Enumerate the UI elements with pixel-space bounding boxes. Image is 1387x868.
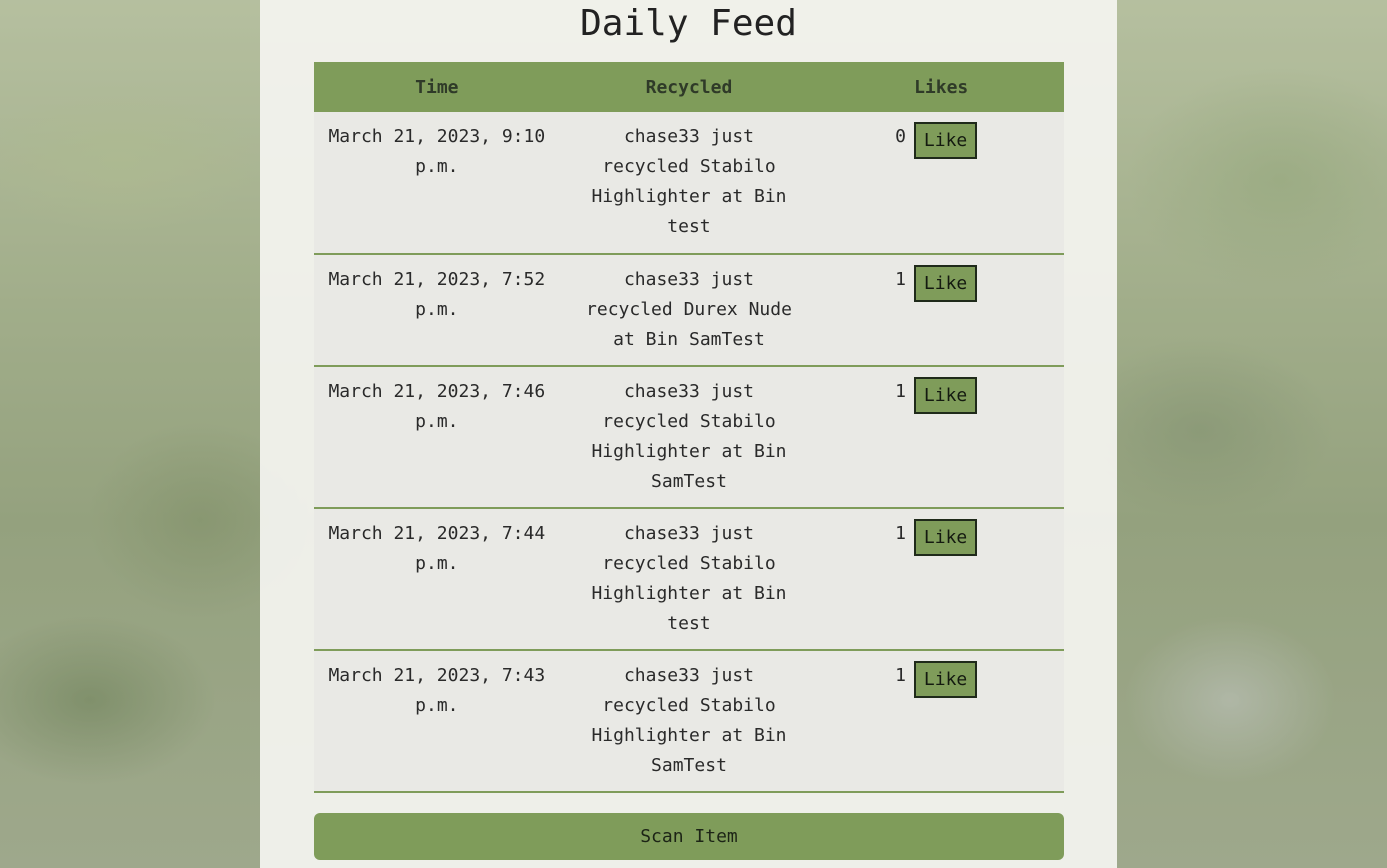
likes-cell: 1 Like	[818, 254, 1064, 366]
recycled-text: chase33 just recycled Durex Nude at Bin …	[586, 269, 792, 350]
time-cell: March 21, 2023, 7:43 p.m.	[328, 665, 546, 716]
table-row: March 21, 2023, 7:43 p.m. chase33 just r…	[314, 650, 1064, 792]
like-button[interactable]: Like	[913, 661, 978, 698]
recycled-text: chase33 just recycled Stabilo Highlighte…	[591, 665, 787, 776]
recycled-text: chase33 just recycled Stabilo Highlighte…	[591, 126, 787, 237]
like-button[interactable]: Like	[913, 265, 978, 302]
recycled-text: chase33 just recycled Stabilo Highlighte…	[591, 381, 787, 492]
recycled-cell: chase33 just recycled Stabilo Highlighte…	[560, 508, 819, 650]
time-cell: March 21, 2023, 7:44 p.m.	[328, 523, 546, 574]
recycled-cell: chase33 just recycled Stabilo Highlighte…	[560, 650, 819, 792]
time-cell: March 21, 2023, 7:46 p.m.	[328, 381, 546, 432]
like-button[interactable]: Like	[913, 122, 978, 159]
recycled-cell: chase33 just recycled Stabilo Highlighte…	[560, 112, 819, 254]
like-button[interactable]: Like	[913, 519, 978, 556]
like-count: 1	[895, 269, 906, 290]
header-likes: Likes	[818, 62, 1064, 112]
likes-cell: 0 Like	[818, 112, 1064, 254]
table-row: March 21, 2023, 7:44 p.m. chase33 just r…	[314, 508, 1064, 650]
like-count: 1	[895, 665, 906, 686]
feed-panel: Daily Feed Time Recycled Likes March 21,…	[260, 0, 1117, 868]
like-count: 1	[895, 523, 906, 544]
table-row: March 21, 2023, 9:10 p.m. chase33 just r…	[314, 112, 1064, 254]
likes-cell: 1 Like	[818, 650, 1064, 792]
page-title: Daily Feed	[580, 3, 797, 44]
recycled-cell: chase33 just recycled Stabilo Highlighte…	[560, 366, 819, 508]
recycled-text: chase33 just recycled Stabilo Highlighte…	[591, 523, 787, 634]
time-cell: March 21, 2023, 7:52 p.m.	[328, 269, 546, 320]
header-recycled: Recycled	[559, 62, 819, 112]
likes-cell: 1 Like	[818, 508, 1064, 650]
time-cell: March 21, 2023, 9:10 p.m.	[328, 126, 546, 177]
scan-item-button[interactable]: Scan Item	[314, 813, 1064, 860]
table-header-row: Time Recycled Likes	[314, 62, 1064, 112]
likes-cell: 1 Like	[818, 366, 1064, 508]
header-time: Time	[314, 62, 560, 112]
recycled-cell: chase33 just recycled Durex Nude at Bin …	[560, 254, 819, 366]
like-button[interactable]: Like	[913, 377, 978, 414]
table-row: March 21, 2023, 7:46 p.m. chase33 just r…	[314, 366, 1064, 508]
feed-table: Time Recycled Likes March 21, 2023, 9:10…	[314, 62, 1064, 793]
like-count: 0	[895, 126, 906, 147]
like-count: 1	[895, 381, 906, 402]
table-row: March 21, 2023, 7:52 p.m. chase33 just r…	[314, 254, 1064, 366]
